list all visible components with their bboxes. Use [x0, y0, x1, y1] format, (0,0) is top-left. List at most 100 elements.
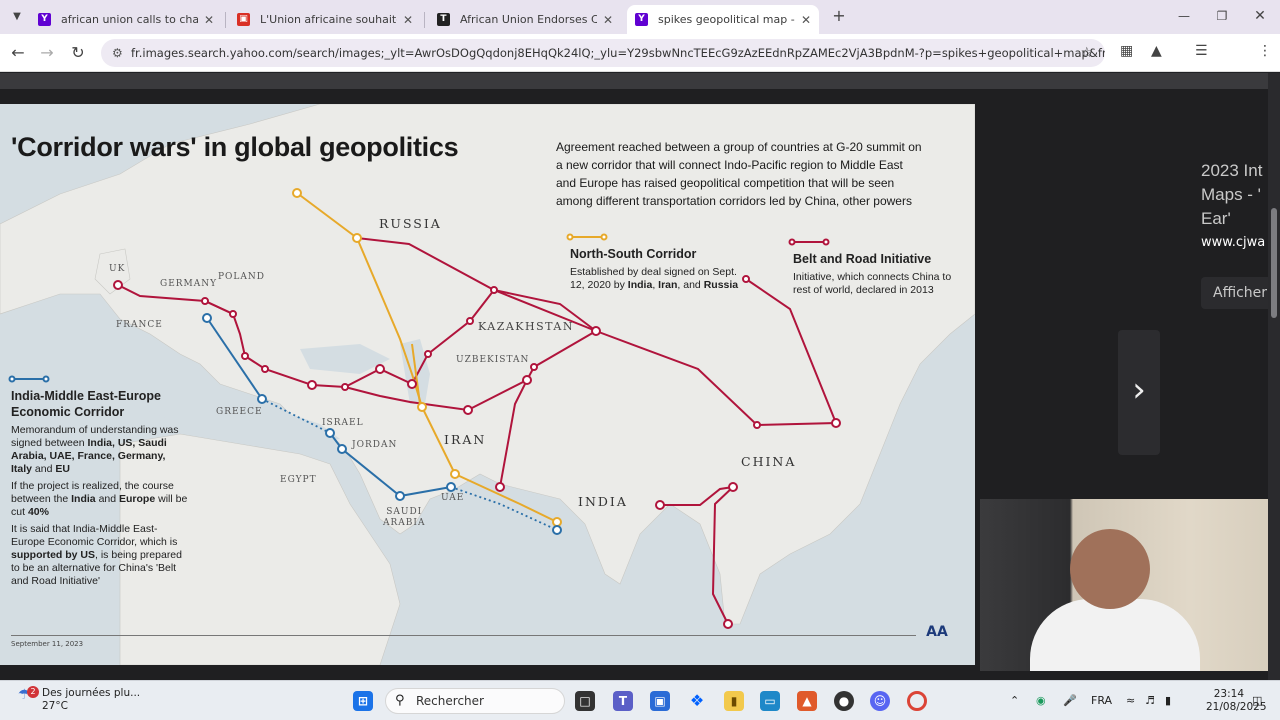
close-window-button[interactable]: ✕	[1249, 5, 1271, 27]
label-jordan: JORDAN	[352, 440, 398, 450]
mic-icon[interactable]: 🎤	[1063, 694, 1077, 707]
webcam-person-head	[1070, 529, 1150, 609]
tab-search-icon[interactable]: ▼	[6, 6, 28, 28]
legend-bri-title: Belt and Road Initiative	[793, 252, 932, 266]
forward-arrow-icon[interactable]: →	[36, 42, 58, 64]
maximize-button[interactable]: ❐	[1211, 5, 1233, 27]
tab-favicon-icon: Y	[635, 13, 648, 26]
label-china: CHINA	[741, 454, 797, 469]
label-uk: UK	[109, 264, 126, 274]
url-text: fr.images.search.yahoo.com/search/images…	[131, 46, 1105, 60]
windows-taskbar: ☂ 2 Des journées plu... 27°C ⊞ ⚲ Recherch…	[0, 680, 1280, 720]
tab-close-icon[interactable]: ✕	[603, 13, 613, 27]
back-arrow-icon[interactable]: ←	[7, 42, 29, 64]
volume-icon[interactable]: ♬	[1145, 694, 1155, 707]
legend-imec-p2: If the project is realized, the course b…	[11, 480, 188, 518]
browser-tab[interactable]: Yspikes geopolitical map - Résult ✕	[627, 5, 819, 34]
url-input[interactable]: ⚙ fr.images.search.yahoo.com/search/imag…	[101, 39, 1105, 67]
page-scrollbar[interactable]	[1268, 73, 1280, 680]
browser-tab-bar: ▼ Yafrican union calls to change th ✕ ▣ L'U…	[0, 0, 1280, 34]
brave-icon[interactable]: ▲	[797, 691, 817, 711]
label-egypt: EGYPT	[280, 475, 317, 485]
translate-icon[interactable]: ▦	[1120, 43, 1133, 59]
scrollbar-thumb[interactable]	[1271, 208, 1277, 318]
wifi-icon[interactable]: ≈	[1126, 694, 1135, 707]
page-content: 'Corridor wars' in global geopolitics Ag…	[0, 73, 1280, 680]
label-israel: ISRAEL	[322, 418, 364, 428]
tray-chevron-icon[interactable]: ⌃	[1010, 694, 1019, 707]
next-image-button[interactable]: ›	[1118, 330, 1160, 455]
legend-north-south-title: North-South Corridor	[570, 247, 697, 261]
bookmark-star-icon[interactable]: ☆	[1080, 39, 1093, 67]
weather-text: Des journées plu...	[42, 687, 141, 699]
tab-close-icon[interactable]: ✕	[204, 13, 214, 27]
side-result-url[interactable]: www.cjwa	[1201, 235, 1268, 250]
label-india: INDIA	[578, 494, 628, 509]
label-russia: RUSSIA	[379, 216, 442, 231]
address-bar-row: ← → ↻ ⚙ fr.images.search.yahoo.com/searc…	[0, 34, 1280, 94]
teams-icon[interactable]: T	[613, 691, 633, 711]
extensions-icon[interactable]: ▲	[1151, 43, 1162, 59]
notifications-icon[interactable]: ◫	[1252, 694, 1262, 707]
chrome-icon[interactable]	[907, 691, 927, 711]
browser-tab[interactable]: T African Union Endorses Call to ✕	[429, 5, 621, 34]
label-iran: IRAN	[444, 432, 487, 447]
site-info-icon[interactable]: ⚙	[112, 39, 123, 67]
language-indicator[interactable]: FRA	[1091, 694, 1112, 707]
taskbar-clock[interactable]: 23:14 21/08/2025	[1206, 688, 1267, 714]
top-image-strip	[0, 73, 1268, 89]
clock-date: 21/08/2025	[1206, 701, 1267, 713]
tab-title: African Union Endorses Call to	[460, 13, 597, 26]
footer-divider	[11, 635, 916, 636]
start-windows-icon[interactable]: ⊞	[353, 691, 373, 711]
webcam-overlay	[980, 499, 1280, 671]
tab-title: spikes geopolitical map - Résult	[658, 13, 795, 26]
dropbox-icon[interactable]: ❖	[687, 691, 707, 711]
side-result-title[interactable]: 2023 Int Maps - ' Ear'	[1201, 159, 1268, 231]
reload-icon[interactable]: ↻	[67, 42, 89, 64]
chevron-right-icon: ›	[1132, 370, 1146, 410]
taskbar-search[interactable]: ⚲ Rechercher	[385, 688, 565, 714]
minimize-button[interactable]: —	[1173, 5, 1195, 27]
defender-icon[interactable]: ◉	[1036, 694, 1046, 707]
notification-badge: 2	[27, 686, 39, 698]
map-date: September 11, 2023	[11, 640, 84, 648]
store-icon[interactable]: ▣	[650, 691, 670, 711]
legend-imec-swatch	[8, 375, 50, 383]
legend-imec-p1: Memorandum of understanding was signed b…	[11, 424, 179, 475]
new-tab-button[interactable]: +	[828, 5, 850, 27]
remote-desktop-icon[interactable]: ▭	[760, 691, 780, 711]
obs-icon[interactable]: ●	[834, 691, 854, 711]
file-explorer-icon[interactable]: ▮	[724, 691, 744, 711]
label-kazakhstan: KAZAKHSTAN	[478, 320, 574, 333]
tab-close-icon[interactable]: ✕	[403, 13, 413, 27]
tab-favicon-icon: Y	[38, 13, 51, 26]
tab-favicon-icon: ▣	[237, 13, 250, 26]
tab-close-icon[interactable]: ✕	[801, 13, 811, 27]
legend-imec: India-Middle East-Europe Economic Corrid…	[11, 388, 189, 588]
legend-north-south: North-South Corridor Established by deal…	[570, 246, 745, 292]
browser-tab[interactable]: Yafrican union calls to change th ✕	[30, 5, 222, 34]
media-icon[interactable]: ☰	[1195, 43, 1208, 59]
tab-title: african union calls to change th	[61, 13, 198, 26]
map-title: 'Corridor wars' in global geopolitics	[11, 132, 459, 162]
map-image[interactable]: 'Corridor wars' in global geopolitics Ag…	[0, 104, 975, 665]
tab-separator	[225, 12, 226, 28]
menu-kebab-icon[interactable]: ⋮	[1258, 43, 1272, 59]
tab-title: L'Union africaine souhaite une	[260, 13, 397, 26]
weather-temp: 27°C	[42, 700, 68, 712]
label-france: FRANCE	[116, 320, 163, 330]
afficher-button[interactable]: Afficher	[1201, 277, 1268, 309]
label-uzbekistan: UZBEKISTAN	[456, 355, 530, 365]
clock-time: 23:14	[1213, 688, 1244, 700]
label-germany: GERMANY	[160, 279, 218, 289]
task-view-icon[interactable]: □	[575, 691, 595, 711]
tab-favicon-icon: T	[437, 13, 450, 26]
browser-tab[interactable]: ▣ L'Union africaine souhaite une ✕	[229, 5, 421, 34]
anadolu-logo: AA	[926, 624, 948, 640]
legend-imec-title: India-Middle East-Europe Economic Corrid…	[11, 389, 162, 419]
discord-icon[interactable]: ☺	[870, 691, 890, 711]
battery-icon[interactable]: ▮	[1165, 694, 1171, 707]
legend-imec-p3: It is said that India-Middle East-Europe…	[11, 523, 182, 587]
label-uae: UAE	[441, 493, 465, 503]
